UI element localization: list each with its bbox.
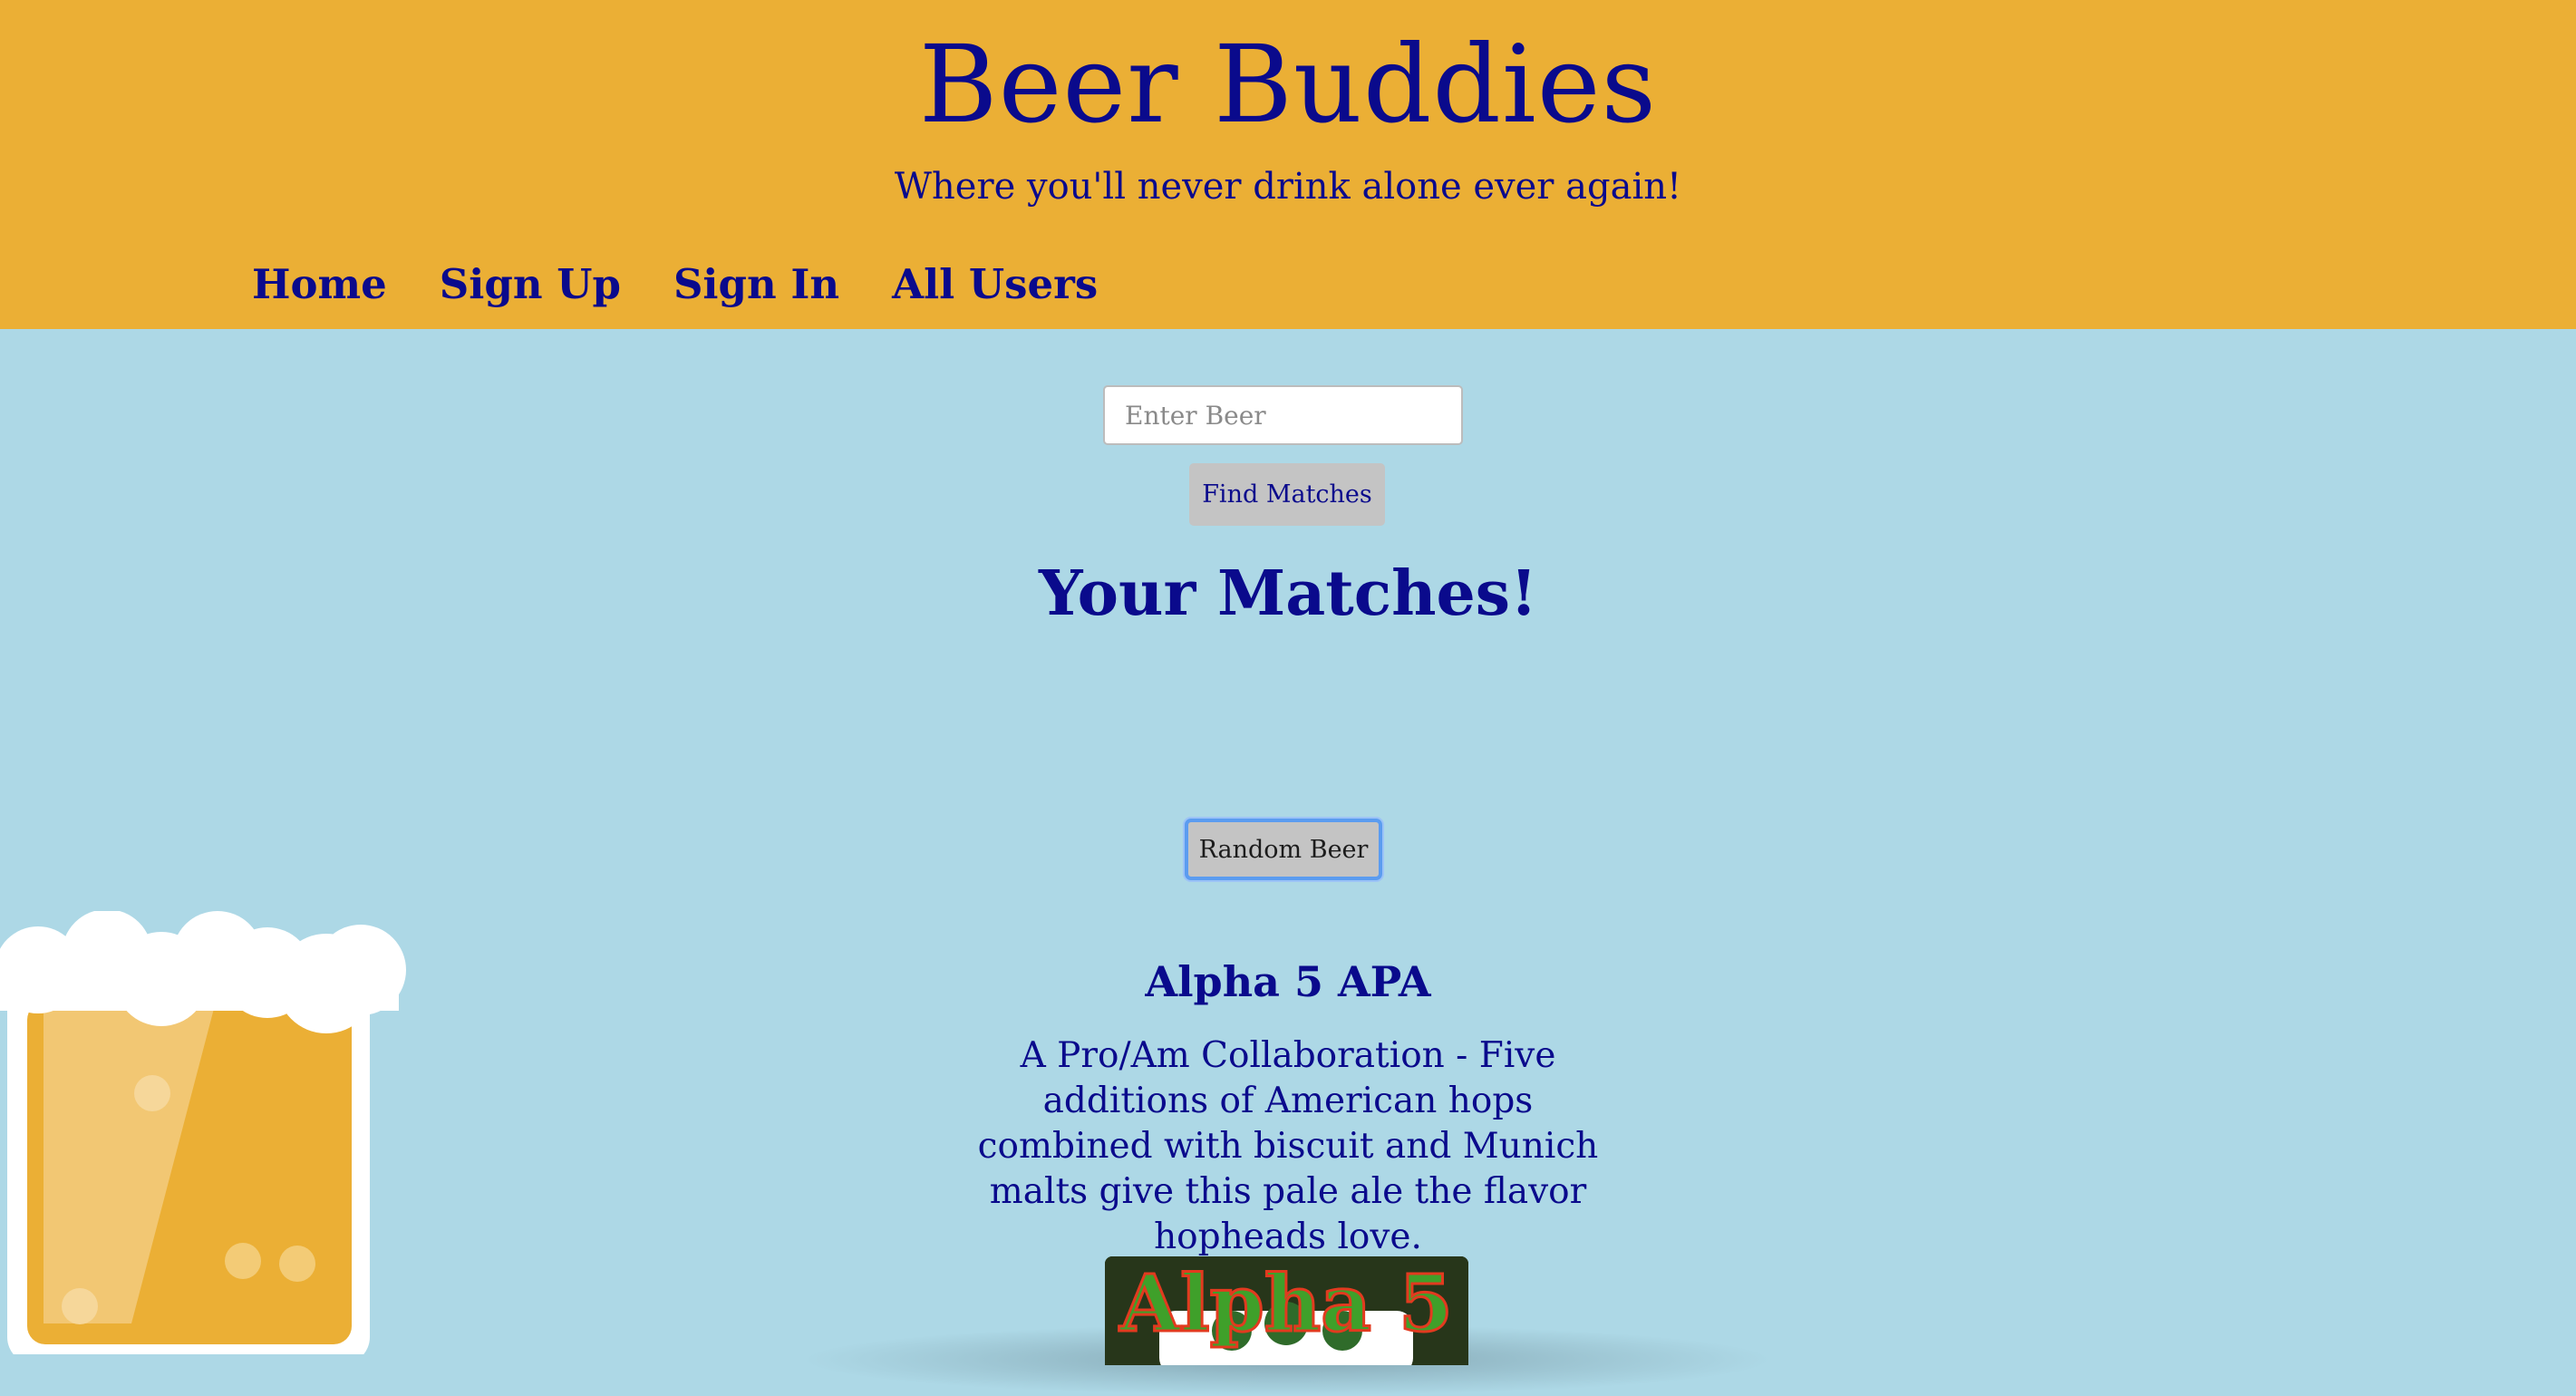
beer-label-art: Alpha 5 <box>1105 1256 1468 1365</box>
nav-all-users-link[interactable]: All Users <box>892 260 1098 308</box>
find-matches-button[interactable]: Find Matches <box>1189 463 1385 526</box>
beer-label-image: Alpha 5 <box>1105 1256 1468 1365</box>
nav-home-link[interactable]: Home <box>252 260 387 308</box>
nav-sign-in-link[interactable]: Sign In <box>673 260 839 308</box>
beer-mug-icon <box>0 911 406 1354</box>
beer-label-text: Alpha 5 <box>1119 1258 1453 1350</box>
matches-heading: Your Matches! <box>1039 557 1537 630</box>
random-beer-button[interactable]: Random Beer <box>1185 819 1382 880</box>
site-header: Beer Buddies Where you'll never drink al… <box>0 0 2576 329</box>
main-nav: Home Sign Up Sign In All Users <box>252 252 1098 315</box>
site-tagline: Where you'll never drink alone ever agai… <box>894 166 1682 208</box>
beer-description: A Pro/Am Collaboration - Five additions … <box>977 1035 1599 1257</box>
site-title: Beer Buddies <box>918 22 1658 147</box>
beer-search-input[interactable] <box>1103 385 1463 445</box>
nav-sign-up-link[interactable]: Sign Up <box>440 260 621 308</box>
